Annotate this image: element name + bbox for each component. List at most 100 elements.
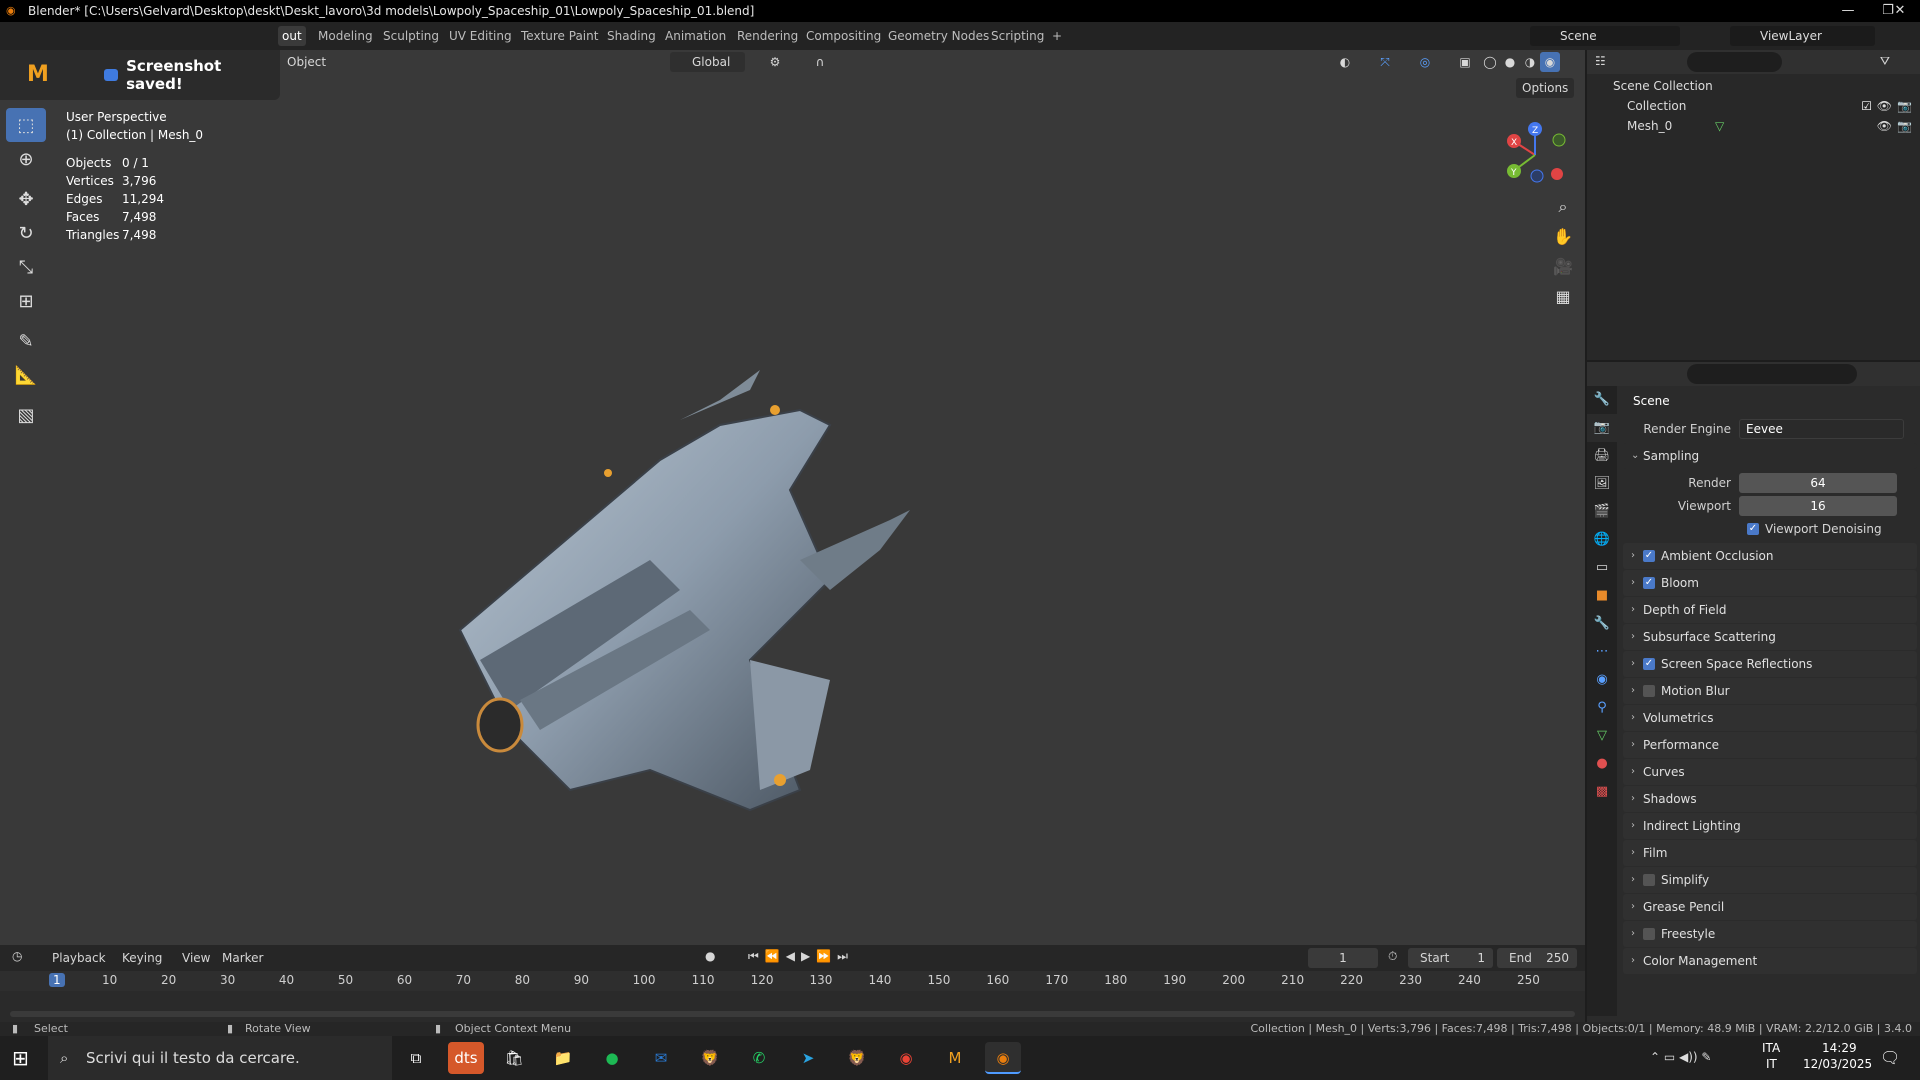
properties-search-input[interactable] (1687, 364, 1857, 384)
outliner-item-collection[interactable]: Collection ☑ 👁 📷 (1587, 96, 1920, 116)
tab-shading[interactable]: Shading (607, 26, 656, 46)
visibility-icon[interactable]: ◐ (1330, 52, 1360, 72)
timeline-ruler[interactable]: 1 10 20 30 40 50 60 70 80 90 100 110 120 130 140 150 160… (0, 971, 1585, 991)
3d-viewport[interactable]: Object Global ⚙ ∩ ◐ ⤧ ◎ ▣ ◯ ● ◑ ◉ Option… (0, 50, 1585, 945)
record-icon[interactable]: ● (705, 949, 715, 963)
render-panel-4[interactable]: › ✓ Screen Space Reflections (1623, 651, 1917, 677)
texture-tab-icon[interactable]: ▩ (1587, 778, 1617, 806)
render-panel-2[interactable]: › Depth of Field (1623, 597, 1917, 623)
data-tab-icon[interactable]: ▽ (1587, 722, 1617, 750)
telegram-icon[interactable]: ➤ (790, 1042, 826, 1074)
playback-controls[interactable]: ⏮⏪◀▶⏩⏭ (748, 949, 854, 964)
object-tab-icon[interactable]: ■ (1587, 582, 1617, 610)
brave-secondary-icon[interactable]: 🦁 (839, 1042, 875, 1074)
render-panel-1[interactable]: › ✓ Bloom (1623, 570, 1917, 596)
dts-app-icon[interactable]: dts (448, 1042, 484, 1074)
minimize-button[interactable]: — (1828, 0, 1868, 22)
camera-render-icon[interactable]: 📷 (1897, 96, 1912, 116)
viewport-samples-field[interactable]: 16 (1739, 496, 1897, 516)
xray-icon[interactable]: ▣ (1455, 52, 1475, 72)
zoom-icon[interactable]: ⌕ (1550, 194, 1576, 220)
chrome-icon[interactable]: ◉ (888, 1042, 924, 1074)
render-panel-0[interactable]: › ✓ Ambient Occlusion (1623, 543, 1917, 569)
render-panel-3[interactable]: › Subsurface Scattering (1623, 624, 1917, 650)
render-panel-6[interactable]: › Volumetrics (1623, 705, 1917, 731)
pan-hand-icon[interactable]: ✋ (1550, 224, 1576, 250)
grid-view-icon[interactable]: ▦ (1550, 284, 1576, 310)
tab-modeling[interactable]: Modeling (318, 26, 373, 46)
eye-icon[interactable]: 👁 (1877, 96, 1892, 116)
cursor-tool-icon[interactable]: ⊕ (6, 142, 46, 176)
stopwatch-icon[interactable]: ⏱ (1388, 949, 1397, 964)
tab-scripting[interactable]: Scripting (991, 26, 1044, 46)
windows-start-icon[interactable]: ⊞ (12, 1046, 29, 1070)
timeline-scrollbar[interactable] (10, 1011, 1575, 1017)
outliner-search-input[interactable] (1687, 52, 1782, 72)
tab-animation[interactable]: Animation (665, 26, 726, 46)
eye-icon[interactable]: 👁 (1877, 116, 1892, 136)
physics-tab-icon[interactable]: ◉ (1587, 666, 1617, 694)
scene-selector[interactable]: Scene (1530, 26, 1680, 46)
spotify-icon[interactable]: ● (594, 1042, 630, 1074)
render-panel-9[interactable]: › Shadows (1623, 786, 1917, 812)
close-button[interactable]: ✕ (1880, 0, 1920, 22)
filter-icon[interactable]: ⛛ (1880, 54, 1890, 69)
render-panel-11[interactable]: › Film (1623, 840, 1917, 866)
playback-menu[interactable]: Playback (52, 951, 106, 965)
scale-tool-icon[interactable]: ⤡ (6, 250, 46, 284)
world-tab-icon[interactable]: 🌐 (1587, 526, 1617, 554)
navigation-gizmo[interactable]: X Z Y (1500, 120, 1570, 190)
clock-date[interactable]: 12/03/2025 (1803, 1057, 1872, 1071)
move-tool-icon[interactable]: ✥ (6, 182, 46, 216)
tab-compositing[interactable]: Compositing (806, 26, 881, 46)
checkbox-unchecked-icon[interactable] (1643, 928, 1655, 940)
keying-menu[interactable]: Keying (122, 951, 162, 965)
whatsapp-icon[interactable]: ✆ (741, 1042, 777, 1074)
mode-label[interactable]: Object (287, 52, 326, 72)
particles-tab-icon[interactable]: ⋯ (1587, 638, 1617, 666)
tab-uv-editing[interactable]: UV Editing (449, 26, 512, 46)
lang-code[interactable]: ITA (1762, 1041, 1780, 1055)
marker-menu[interactable]: Marker (222, 951, 263, 965)
rendered-shading-icon[interactable]: ◉ (1540, 52, 1560, 72)
camera-render-icon[interactable]: 📷 (1897, 116, 1912, 136)
measure-tool-icon[interactable]: 📐 (6, 358, 46, 392)
checkbox-checked-icon[interactable]: ✓ (1747, 523, 1759, 535)
output-tab-icon[interactable]: 🖨 (1587, 442, 1617, 470)
render-panel-8[interactable]: › Curves (1623, 759, 1917, 785)
render-panel-15[interactable]: › Color Management (1623, 948, 1917, 974)
camera-view-icon[interactable]: 🎥 (1550, 254, 1576, 280)
start-frame-field[interactable]: Start 1 (1408, 948, 1493, 968)
transform-orientation-dropdown[interactable]: Global (670, 52, 745, 72)
store-app-icon[interactable]: 🛍 (496, 1042, 532, 1074)
render-panel-14[interactable]: › Freestyle (1623, 921, 1917, 947)
checkbox-icon[interactable]: ☑ (1861, 96, 1872, 116)
overlay-toggle-icon[interactable]: ◎ (1410, 52, 1440, 72)
checkbox-checked-icon[interactable]: ✓ (1643, 550, 1655, 562)
add-cube-tool-icon[interactable]: ▧ (6, 398, 46, 432)
checkbox-checked-icon[interactable]: ✓ (1643, 577, 1655, 589)
m-app-icon[interactable]: M (937, 1042, 973, 1074)
view-layer-tab-icon[interactable]: 🖼 (1587, 470, 1617, 498)
material-shading-icon[interactable]: ◑ (1520, 52, 1540, 72)
tab-sculpting[interactable]: Sculpting (383, 26, 439, 46)
render-samples-field[interactable]: 64 (1739, 473, 1897, 493)
task-view-icon[interactable]: ⧉ (398, 1042, 434, 1074)
render-tab-icon[interactable]: 📷 (1587, 414, 1617, 442)
tab-texture-paint[interactable]: Texture Paint (521, 26, 598, 46)
tab-layout[interactable]: out (278, 26, 306, 46)
render-engine-dropdown[interactable]: Eevee (1739, 419, 1904, 439)
outliner-item-mesh[interactable]: Mesh_0 ▽ 👁 📷 (1587, 116, 1920, 136)
options-dropdown[interactable]: Options (1516, 78, 1575, 98)
annotate-tool-icon[interactable]: ✎ (6, 324, 46, 358)
viewport-denoising-row[interactable]: ✓ Viewport Denoising (1619, 516, 1919, 542)
end-frame-field[interactable]: End 250 (1497, 948, 1577, 968)
render-panel-13[interactable]: › Grease Pencil (1623, 894, 1917, 920)
mail-icon[interactable]: ✉ (643, 1042, 679, 1074)
render-panel-12[interactable]: › Simplify (1623, 867, 1917, 893)
tray-icons[interactable]: ⌃ ▭ ◀)) ✎ (1650, 1050, 1711, 1064)
checkbox-unchecked-icon[interactable] (1643, 685, 1655, 697)
brave-browser-icon[interactable]: 🦁 (692, 1042, 728, 1074)
sampling-panel-header[interactable]: ⌄ Sampling (1623, 443, 1917, 469)
taskbar-search-input[interactable]: ⌕ Scrivi qui il testo da cercare. (48, 1036, 392, 1080)
